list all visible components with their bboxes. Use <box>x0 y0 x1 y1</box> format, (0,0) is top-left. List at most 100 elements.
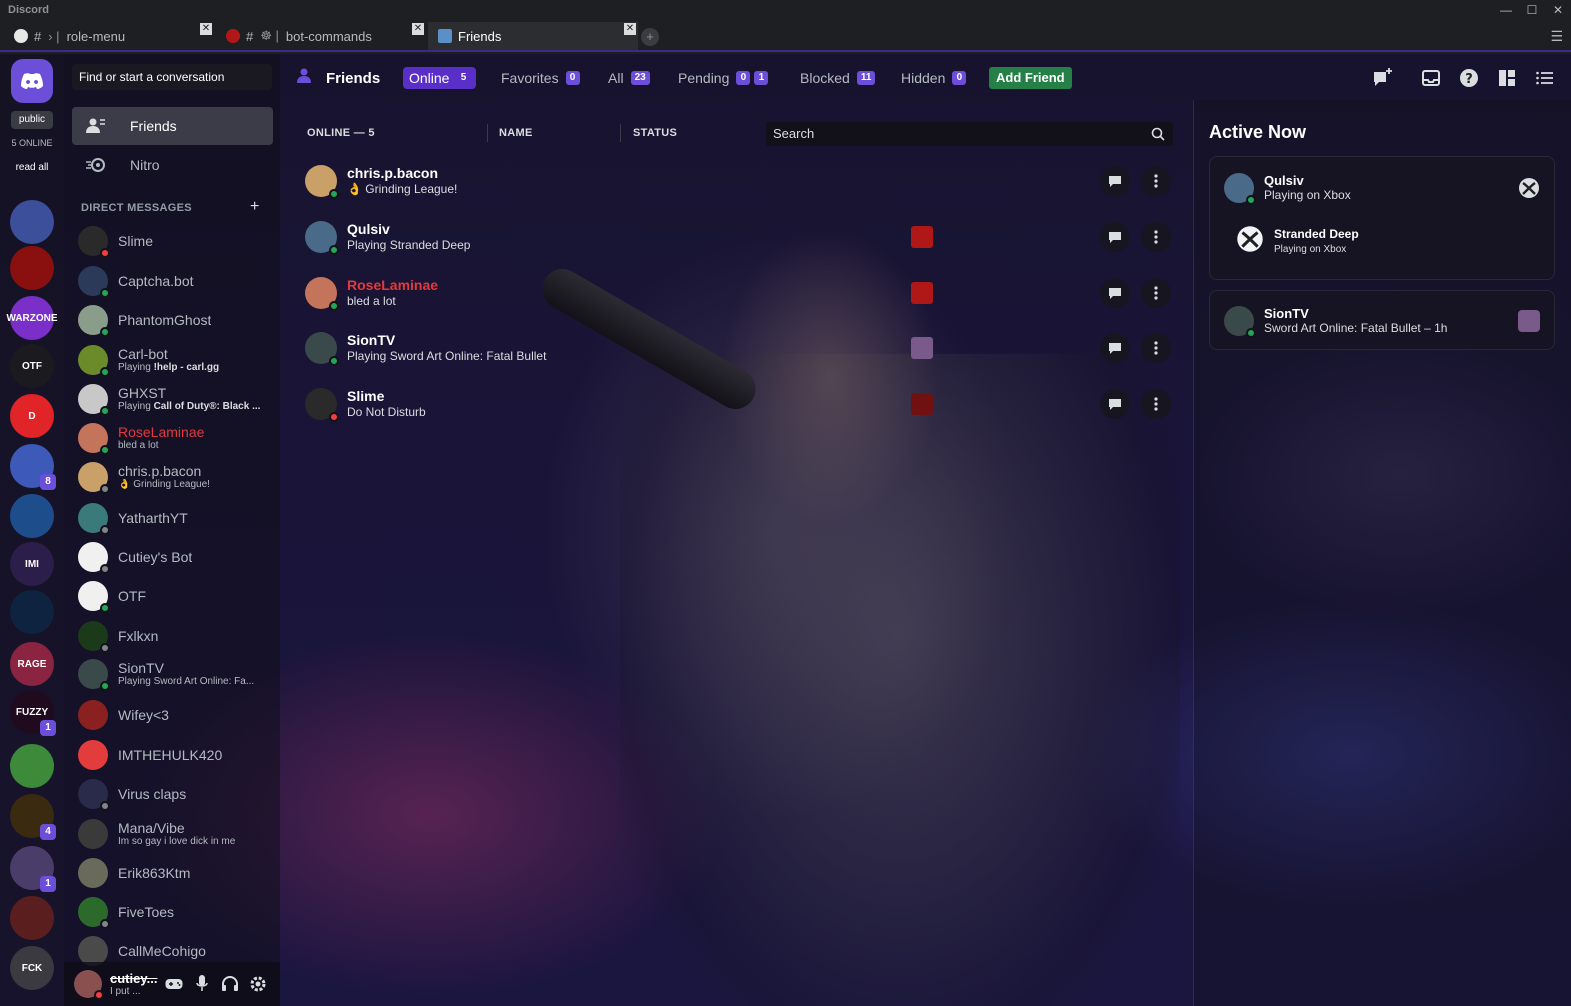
server-icon-server-7[interactable] <box>10 494 54 538</box>
maximize-icon[interactable]: ☐ <box>1519 0 1545 20</box>
active-now-card[interactable]: SionTV Sword Art Online: Fatal Bullet – … <box>1209 290 1555 350</box>
settings-gear-icon[interactable] <box>244 970 272 998</box>
friends-search-input[interactable]: Search <box>766 122 1173 146</box>
create-dm-plus-icon[interactable]: + <box>250 198 259 216</box>
server-icon-fuzzy[interactable]: FUZZY 1 <box>10 690 56 736</box>
message-icon[interactable] <box>1100 333 1130 363</box>
list-item[interactable]: YatharthYT <box>72 499 273 537</box>
friend-row[interactable]: Qulsiv Playing Stranded Deep <box>305 211 1173 263</box>
server-icon-server-10[interactable]: RAGE <box>10 642 54 686</box>
layout-icon[interactable] <box>1495 66 1519 90</box>
list-item[interactable]: Slime <box>72 222 273 260</box>
list-item[interactable]: Carl-bot Playing !help - carl.gg <box>72 341 273 379</box>
message-icon[interactable] <box>1100 389 1130 419</box>
list-item[interactable]: PhantomGhost <box>72 301 273 339</box>
list-item[interactable]: Fxlkxn <box>72 617 273 655</box>
list-item[interactable]: RoseLaminae bled a lot <box>72 419 273 457</box>
tab-friends[interactable]: Friends ✕ <box>428 22 638 50</box>
active-now-card[interactable]: Qulsiv Playing on Xbox Stranded Deep Pla… <box>1209 156 1555 280</box>
read-all-button[interactable]: read all <box>0 162 64 173</box>
gamepad-icon[interactable] <box>160 970 188 998</box>
dm-name: YatharthYT <box>118 510 188 526</box>
tab-online[interactable]: Online 5 <box>403 67 477 89</box>
list-item[interactable]: Erik863Ktm <box>72 854 273 892</box>
list-item[interactable]: GHXST Playing Call of Duty®: Black ... <box>72 380 273 418</box>
status-indicator <box>329 356 339 366</box>
server-icon-fck[interactable]: FCK <box>10 946 54 990</box>
server-icon-server-14[interactable]: 1 <box>10 846 56 892</box>
tab-bot-commands[interactable]: # ☸ | bot-commands ✕ <box>216 22 426 50</box>
close-tab-icon[interactable]: ✕ <box>624 23 636 35</box>
more-options-icon[interactable] <box>1141 166 1171 196</box>
list-item[interactable]: Virus claps <box>72 775 273 813</box>
friend-row[interactable]: chris.p.bacon 👌 Grinding League! <box>305 155 1173 207</box>
search-placeholder: Search <box>773 126 815 141</box>
tab-pending[interactable]: Pending 0 1 <box>672 67 774 89</box>
friends-tab-icon <box>438 29 452 43</box>
search-input[interactable]: Find or start a conversation <box>72 64 272 90</box>
server-icon-server-13[interactable]: 4 <box>10 794 56 840</box>
new-tab-button[interactable]: + <box>641 28 659 46</box>
list-item[interactable]: Wifey<3 <box>72 696 273 734</box>
inbox-icon[interactable] <box>1419 66 1443 90</box>
server-icon-pepe[interactable] <box>10 744 54 788</box>
server-icon-imi[interactable]: IMI <box>10 542 54 586</box>
list-item[interactable]: IMTHEHULK420 <box>72 736 273 774</box>
more-options-icon[interactable] <box>1141 333 1171 363</box>
list-item[interactable]: Cutiey's Bot <box>72 538 273 576</box>
friend-row[interactable]: SionTV Playing Sword Art Online: Fatal Bu… <box>305 322 1173 374</box>
minimize-icon[interactable]: — <box>1493 0 1519 20</box>
more-options-icon[interactable] <box>1141 389 1171 419</box>
avatar <box>78 226 110 258</box>
friend-row[interactable]: RoseLaminae bled a lot <box>305 267 1173 319</box>
more-options-icon[interactable] <box>1141 222 1171 252</box>
list-item[interactable]: FiveToes <box>72 893 273 931</box>
more-options-icon[interactable] <box>1141 278 1171 308</box>
tab-label: bot-commands <box>285 28 372 44</box>
status-indicator <box>100 248 110 258</box>
list-item[interactable]: SionTV Playing Sword Art Online: Fa... <box>72 655 273 693</box>
message-icon[interactable] <box>1100 278 1130 308</box>
name-column-header[interactable]: NAME <box>499 127 533 139</box>
tab-role-menu[interactable]: # › | role-menu ✕ <box>4 22 214 50</box>
close-tab-icon[interactable]: ✕ <box>200 23 212 35</box>
hamburger-menu-icon[interactable]: ☰ <box>1550 28 1563 45</box>
add-friend-button[interactable]: Add Friend <box>989 67 1072 89</box>
server-icon-server-1[interactable] <box>10 200 54 244</box>
message-icon[interactable] <box>1100 222 1130 252</box>
help-icon[interactable]: ? <box>1457 66 1481 90</box>
list-item[interactable]: chris.p.bacon 👌 Grinding League! <box>72 458 273 496</box>
tab-all[interactable]: All 23 <box>602 67 656 89</box>
status-column-header[interactable]: STATUS <box>633 127 677 139</box>
server-icon-server-15[interactable] <box>10 896 54 940</box>
active-game-detail: Stranded Deep Playing on Xbox <box>1236 225 1359 258</box>
server-icon-server-2[interactable] <box>10 246 54 290</box>
close-icon[interactable]: ✕ <box>1545 0 1571 20</box>
list-item[interactable]: Captcha.bot <box>72 262 273 300</box>
sidebar-item-friends[interactable]: Friends <box>72 107 273 145</box>
message-icon[interactable] <box>1100 166 1130 196</box>
tab-blocked[interactable]: Blocked 11 <box>794 67 881 89</box>
dm-sidebar: Find or start a conversation Friends Nit… <box>64 54 280 1006</box>
headphones-icon[interactable] <box>216 970 244 998</box>
list-item[interactable]: Mana/Vibe Im so gay i love dick in me <box>72 815 273 853</box>
avatar <box>78 700 108 730</box>
sidebar-item-nitro[interactable]: Nitro <box>72 146 273 184</box>
microphone-icon[interactable] <box>188 970 216 998</box>
list-item[interactable]: OTF <box>72 577 273 615</box>
list-view-icon[interactable] <box>1533 66 1557 90</box>
server-icon-server-5[interactable]: D <box>10 394 54 438</box>
server-rail: public 5 ONLINE read all WARZONE OTF D 8 IMI… <box>0 54 64 1006</box>
friend-row[interactable]: Slime Do Not Disturb <box>305 378 1173 430</box>
server-icon-warzone[interactable]: WARZONE <box>6 296 58 340</box>
close-tab-icon[interactable]: ✕ <box>412 23 424 35</box>
server-icon-server-6[interactable]: 8 <box>10 444 56 490</box>
tab-favorites[interactable]: Favorites 0 <box>495 67 586 89</box>
tab-hidden[interactable]: Hidden 0 <box>895 67 972 89</box>
avatar[interactable] <box>74 970 104 1000</box>
home-button[interactable] <box>11 59 53 103</box>
new-group-dm-icon[interactable] <box>1371 66 1395 90</box>
friend-status-text: Playing Stranded Deep <box>347 238 471 252</box>
server-icon-windows[interactable] <box>10 590 54 634</box>
server-icon-otf[interactable]: OTF <box>10 344 54 388</box>
